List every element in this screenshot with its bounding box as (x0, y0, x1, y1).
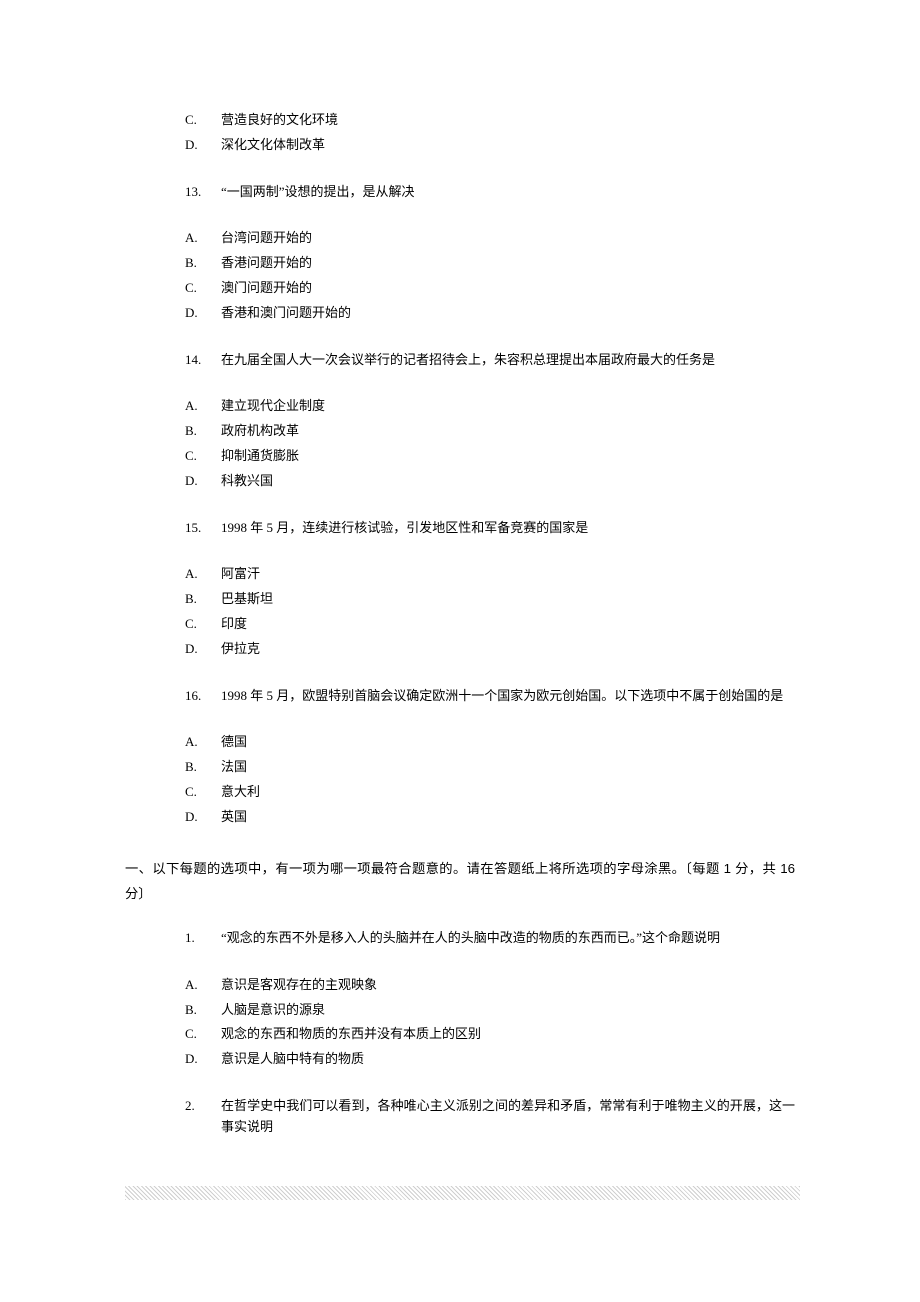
option-text: 科教兴国 (221, 471, 795, 492)
option-text: 印度 (221, 614, 795, 635)
option-text: 抑制通货膨胀 (221, 446, 795, 467)
option-text: 香港问题开始的 (221, 253, 795, 274)
option-row: B.政府机构改革 (185, 421, 795, 442)
option-letter: B. (185, 1000, 221, 1021)
document-body: C. 营造良好的文化环境 D. 深化文化体制改革 13. “一国两制”设想的提出… (0, 110, 920, 828)
option-text: 巴基斯坦 (221, 589, 795, 610)
option-row: C.印度 (185, 614, 795, 635)
option-text: 德国 (221, 732, 795, 753)
option-text: 人脑是意识的源泉 (221, 1000, 795, 1021)
option-letter: D. (185, 135, 221, 156)
option-letter: D. (185, 471, 221, 492)
option-letter: A. (185, 228, 221, 249)
question-block: 1. “观念的东西不外是移入人的头脑并在人的头脑中改造的物质的东西而已。”这个命… (185, 928, 795, 1070)
option-row: B.法国 (185, 757, 795, 778)
question-number: 13. (185, 182, 221, 203)
option-text: 深化文化体制改革 (221, 135, 795, 156)
question-stem-row: 13. “一国两制”设想的提出，是从解决 (185, 182, 795, 203)
option-row: A.意识是客观存在的主观映象 (185, 975, 795, 996)
option-letter: A. (185, 564, 221, 585)
option-row: C.抑制通货膨胀 (185, 446, 795, 467)
question-stem-row: 16. 1998 年 5 月，欧盟特别首脑会议确定欧洲十一个国家为欧元创始国。以… (185, 686, 795, 707)
option-row: D.英国 (185, 807, 795, 828)
option-text: 伊拉克 (221, 639, 795, 660)
option-letter: B. (185, 253, 221, 274)
option-row: B.香港问题开始的 (185, 253, 795, 274)
option-text: 政府机构改革 (221, 421, 795, 442)
option-letter: D. (185, 639, 221, 660)
option-letter: B. (185, 757, 221, 778)
option-text: 香港和澳门问题开始的 (221, 303, 795, 324)
section-heading: 一、以下每题的选项中，有一项为哪一项最符合题意的。请在答题纸上将所选项的字母涂黑… (0, 856, 920, 907)
question-number: 16. (185, 686, 221, 707)
option-letter: D. (185, 807, 221, 828)
question-number: 1. (185, 928, 221, 949)
question-block: 16. 1998 年 5 月，欧盟特别首脑会议确定欧洲十一个国家为欧元创始国。以… (185, 686, 795, 828)
option-letter: B. (185, 421, 221, 442)
question-number: 15. (185, 518, 221, 539)
option-row: C. 营造良好的文化环境 (185, 110, 795, 131)
question-stem: 1998 年 5 月，欧盟特别首脑会议确定欧洲十一个国家为欧元创始国。以下选项中… (221, 686, 795, 707)
option-row: B.人脑是意识的源泉 (185, 1000, 795, 1021)
option-text: 营造良好的文化环境 (221, 110, 795, 131)
question-stem-row: 15. 1998 年 5 月，连续进行核试验，引发地区性和军备竞赛的国家是 (185, 518, 795, 539)
option-row: A.德国 (185, 732, 795, 753)
option-letter: C. (185, 782, 221, 803)
question-block: 13. “一国两制”设想的提出，是从解决 A.台湾问题开始的 B.香港问题开始的… (185, 182, 795, 324)
option-letter: A. (185, 396, 221, 417)
option-letter: C. (185, 446, 221, 467)
option-letter: C. (185, 278, 221, 299)
option-letter: C. (185, 1024, 221, 1045)
option-text: 阿富汗 (221, 564, 795, 585)
option-row: A.台湾问题开始的 (185, 228, 795, 249)
question-stem-row: 2. 在哲学史中我们可以看到，各种唯心主义派别之间的差异和矛盾，常常有利于唯物主… (185, 1096, 795, 1138)
question-stem: 在九届全国人大一次会议举行的记者招待会上，朱容积总理提出本届政府最大的任务是 (221, 350, 795, 371)
option-text: 建立现代企业制度 (221, 396, 795, 417)
option-row: D.伊拉克 (185, 639, 795, 660)
question-stem: “观念的东西不外是移入人的头脑并在人的头脑中改造的物质的东西而已。”这个命题说明 (221, 928, 795, 949)
option-text: 意识是客观存在的主观映象 (221, 975, 795, 996)
option-row: A.阿富汗 (185, 564, 795, 585)
option-row: B.巴基斯坦 (185, 589, 795, 610)
option-text: 意大利 (221, 782, 795, 803)
option-text: 法国 (221, 757, 795, 778)
question-block: 15. 1998 年 5 月，连续进行核试验，引发地区性和军备竞赛的国家是 A.… (185, 518, 795, 660)
question-block: 2. 在哲学史中我们可以看到，各种唯心主义派别之间的差异和矛盾，常常有利于唯物主… (185, 1096, 795, 1138)
option-row: A.建立现代企业制度 (185, 396, 795, 417)
orphan-options: C. 营造良好的文化环境 D. 深化文化体制改革 (185, 110, 795, 156)
option-letter: C. (185, 110, 221, 131)
option-text: 观念的东西和物质的东西并没有本质上的区别 (221, 1024, 795, 1045)
option-row: D.香港和澳门问题开始的 (185, 303, 795, 324)
document-body-part2: 1. “观念的东西不外是移入人的头脑并在人的头脑中改造的物质的东西而已。”这个命… (0, 928, 920, 1138)
option-letter: B. (185, 589, 221, 610)
option-letter: D. (185, 1049, 221, 1070)
option-letter: C. (185, 614, 221, 635)
question-stem: 1998 年 5 月，连续进行核试验，引发地区性和军备竞赛的国家是 (221, 518, 795, 539)
option-row: D. 深化文化体制改革 (185, 135, 795, 156)
option-row: D.科教兴国 (185, 471, 795, 492)
question-stem-row: 1. “观念的东西不外是移入人的头脑并在人的头脑中改造的物质的东西而已。”这个命… (185, 928, 795, 949)
option-letter: A. (185, 732, 221, 753)
option-row: C.观念的东西和物质的东西并没有本质上的区别 (185, 1024, 795, 1045)
question-number: 2. (185, 1096, 221, 1138)
footer-divider (125, 1186, 800, 1200)
option-row: C.澳门问题开始的 (185, 278, 795, 299)
question-block: 14. 在九届全国人大一次会议举行的记者招待会上，朱容积总理提出本届政府最大的任… (185, 350, 795, 492)
option-letter: D. (185, 303, 221, 324)
option-row: D.意识是人脑中特有的物质 (185, 1049, 795, 1070)
question-stem: “一国两制”设想的提出，是从解决 (221, 182, 795, 203)
option-letter: A. (185, 975, 221, 996)
question-number: 14. (185, 350, 221, 371)
option-text: 意识是人脑中特有的物质 (221, 1049, 795, 1070)
option-text: 台湾问题开始的 (221, 228, 795, 249)
option-row: C.意大利 (185, 782, 795, 803)
option-text: 澳门问题开始的 (221, 278, 795, 299)
question-stem-row: 14. 在九届全国人大一次会议举行的记者招待会上，朱容积总理提出本届政府最大的任… (185, 350, 795, 371)
question-stem: 在哲学史中我们可以看到，各种唯心主义派别之间的差异和矛盾，常常有利于唯物主义的开… (221, 1096, 795, 1138)
option-text: 英国 (221, 807, 795, 828)
